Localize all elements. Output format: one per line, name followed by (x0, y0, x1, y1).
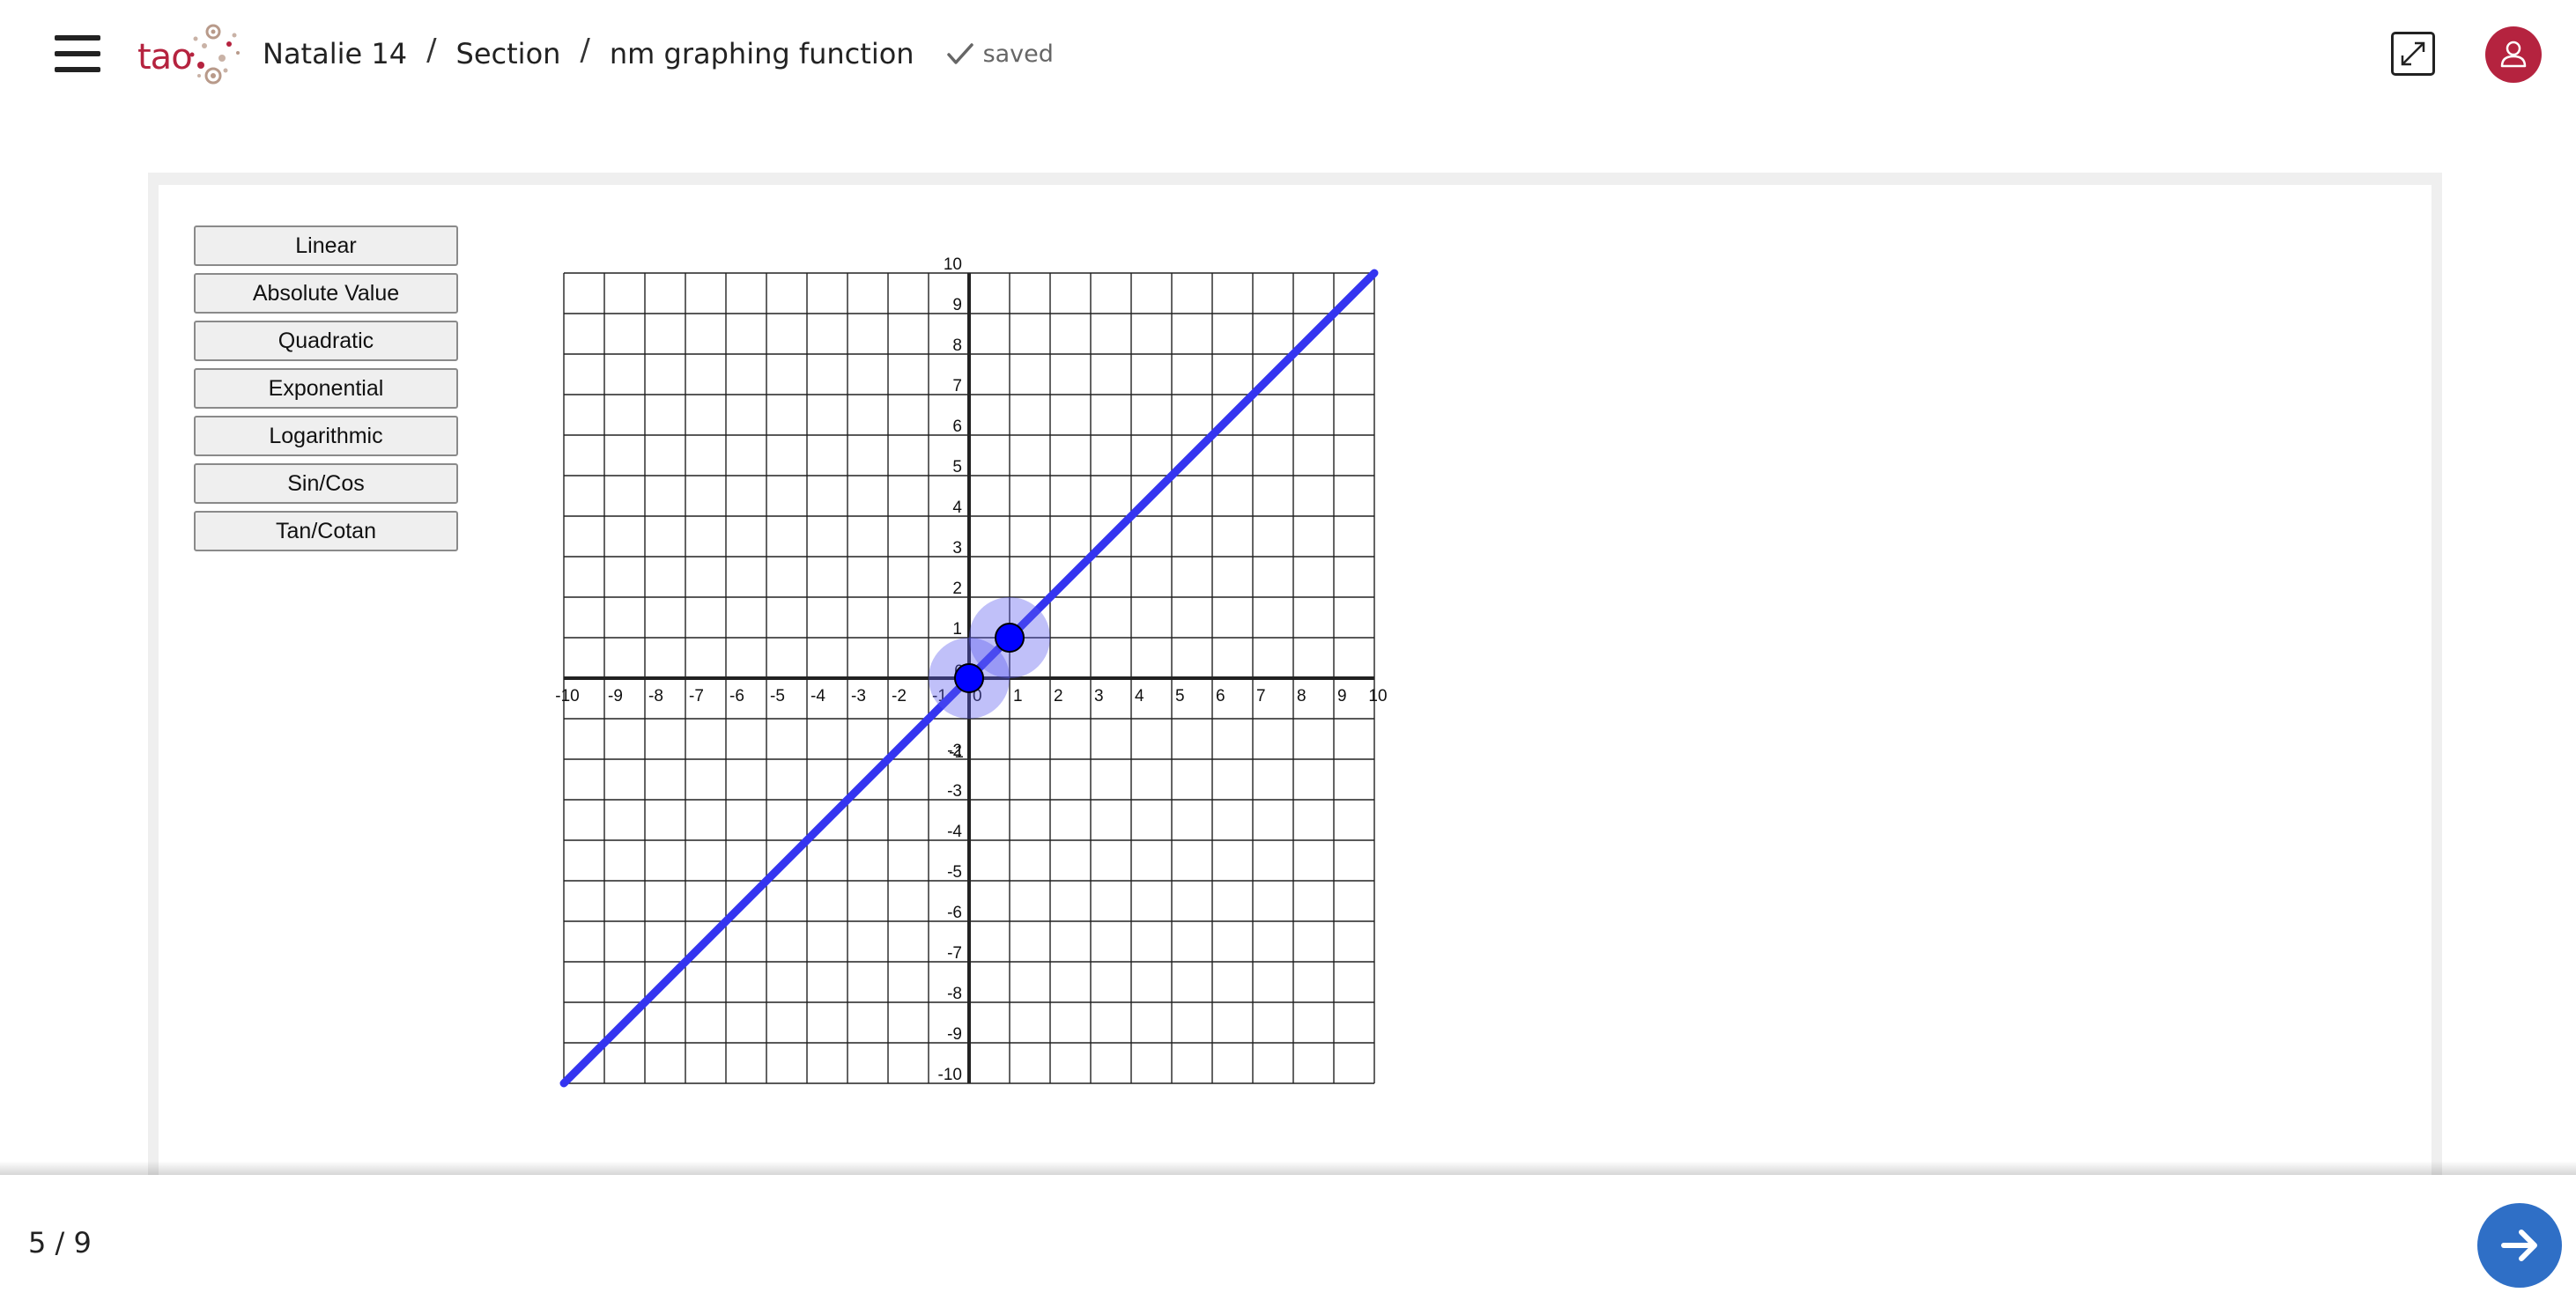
y-tick-label: -3 (947, 782, 962, 801)
user-icon (2500, 41, 2527, 68)
y-tick-label: 10 (944, 255, 962, 274)
x-tick-label: -10 (555, 687, 579, 705)
y-tick-label: 6 (952, 417, 962, 436)
function-button-absolute-value[interactable]: Absolute Value (194, 273, 458, 314)
y-tick-label: -4 (947, 823, 962, 841)
saved-status: saved (946, 41, 1054, 68)
breadcrumb-section: Section (455, 37, 561, 70)
tao-logo[interactable]: tao (137, 19, 243, 88)
y-tick-label: -7 (947, 944, 962, 963)
user-avatar[interactable] (2485, 26, 2542, 83)
function-button-linear[interactable]: Linear (194, 225, 458, 266)
control-point[interactable] (995, 623, 1025, 653)
x-tick-label: 2 (1054, 687, 1063, 705)
x-tick-label: -6 (729, 687, 744, 705)
x-tick-label: -9 (608, 687, 623, 705)
x-tick-label: 7 (1256, 687, 1266, 705)
arrow-right-icon (2501, 1230, 2537, 1261)
x-tick-label: -4 (811, 687, 825, 705)
x-tick-label: 6 (1216, 687, 1225, 705)
logo-dots-icon (189, 24, 240, 85)
y-tick-label: 3 (952, 539, 962, 558)
y-tick-label: 7 (952, 377, 962, 395)
coordinate-graph[interactable]: -10-9-8-7-6-5-4-3-2-1012345678910-10-9-8… (546, 247, 1410, 1110)
item-progress: 5 / 9 (28, 1226, 92, 1259)
x-tick-label: -7 (689, 687, 704, 705)
x-tick-label: 9 (1337, 687, 1347, 705)
hamburger-menu-icon[interactable] (55, 32, 100, 76)
x-tick-label: 1 (1013, 687, 1023, 705)
x-tick-label: -8 (648, 687, 663, 705)
y-tick-label: 2 (952, 580, 962, 598)
checkmark-icon (946, 43, 973, 64)
x-tick-label: -5 (770, 687, 785, 705)
y-tick-label: -6 (947, 904, 962, 922)
y-tick-label: -9 (947, 1025, 962, 1044)
y-tick-label: 9 (952, 296, 962, 314)
y-tick-label: 5 (952, 458, 962, 476)
fullscreen-button[interactable] (2391, 32, 2435, 76)
x-tick-label: 4 (1135, 687, 1144, 705)
menu-bar (55, 67, 100, 72)
function-button-quadratic[interactable]: Quadratic (194, 321, 458, 361)
y-tick-label: 4 (952, 499, 962, 517)
bottom-bar (0, 1175, 2576, 1300)
menu-bar (55, 51, 100, 56)
y-tick-label: -1 (949, 743, 964, 762)
next-button[interactable] (2477, 1203, 2562, 1288)
top-bar: tao Natalie 14 / Section / nm graphing f… (0, 0, 2576, 106)
y-tick-label: -10 (938, 1066, 962, 1084)
breadcrumb: Natalie 14 / Section / nm graphing funct… (263, 32, 1054, 76)
breadcrumb-item: nm graphing function (609, 37, 914, 70)
breadcrumb-separator: / (580, 33, 590, 68)
y-tick-label: -8 (947, 985, 962, 1003)
x-tick-label: 3 (1094, 687, 1104, 705)
breadcrumb-separator: / (426, 33, 437, 68)
function-button-tan-cotan[interactable]: Tan/Cotan (194, 511, 458, 551)
function-button-sin-cos[interactable]: Sin/Cos (194, 463, 458, 504)
function-type-buttons: Linear Absolute Value Quadratic Exponential… (194, 225, 458, 558)
function-button-exponential[interactable]: Exponential (194, 368, 458, 409)
breadcrumb-test: Natalie 14 (263, 37, 408, 70)
x-tick-label: 8 (1297, 687, 1307, 705)
expand-icon (2401, 41, 2425, 66)
x-tick-label: -2 (892, 687, 907, 705)
control-point[interactable] (954, 663, 984, 693)
y-tick-label: 1 (952, 620, 962, 639)
y-tick-label: 8 (952, 336, 962, 355)
y-tick-label: -5 (947, 863, 962, 882)
menu-bar (55, 35, 100, 41)
x-tick-label: -3 (851, 687, 866, 705)
function-button-logarithmic[interactable]: Logarithmic (194, 416, 458, 456)
x-tick-label: 5 (1175, 687, 1185, 705)
saved-status-label: saved (982, 40, 1054, 68)
x-tick-label: 10 (1368, 687, 1387, 705)
